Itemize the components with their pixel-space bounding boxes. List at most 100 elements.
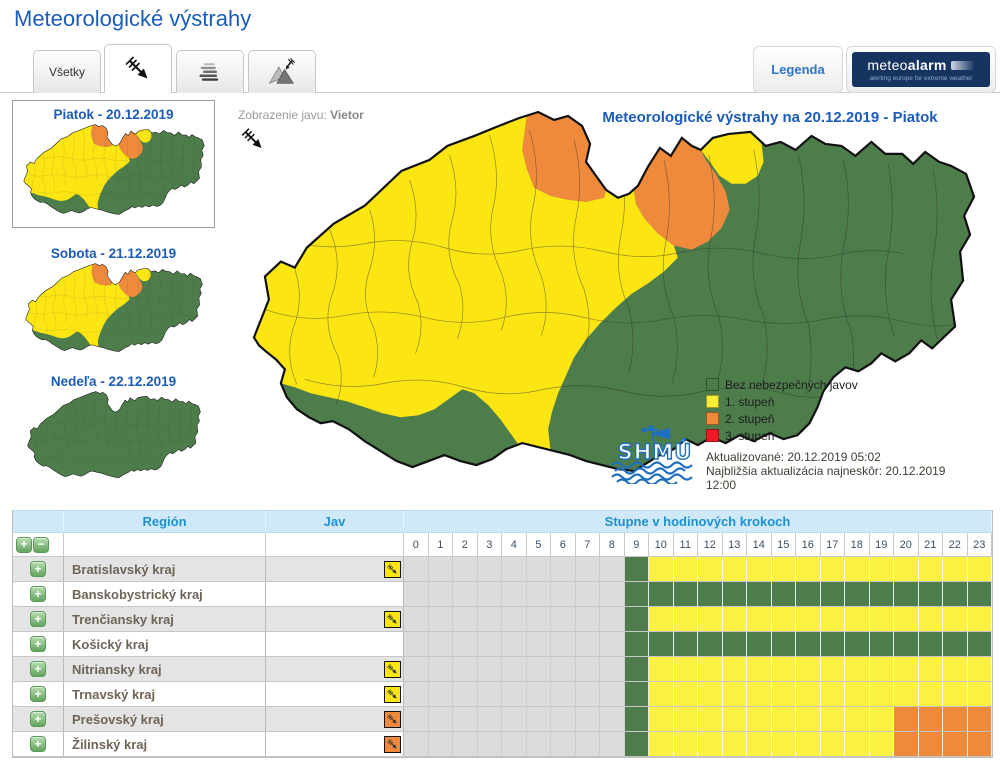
expand-row-button[interactable]: + xyxy=(30,611,46,627)
legend-label: Bez nebezpečných javov xyxy=(725,378,858,392)
hour-level-cell xyxy=(821,607,846,631)
hour-level-cell xyxy=(600,682,625,706)
fog-icon xyxy=(194,58,226,86)
hour-level-cell xyxy=(894,557,919,581)
hour-label: 0 xyxy=(404,533,429,556)
hour-level-cell xyxy=(478,732,503,756)
wind-warning-icon xyxy=(384,711,401,728)
day-map-friday[interactable]: Piatok - 20.12.2019 xyxy=(12,100,215,228)
hour-level-cell xyxy=(527,632,552,656)
table-row: +Žilinský kraj xyxy=(13,732,992,757)
hour-level-cell xyxy=(919,657,944,681)
day-map-saturday-thumbnail xyxy=(21,263,207,356)
hour-level-cell xyxy=(698,632,723,656)
hour-level-cell xyxy=(870,657,895,681)
expand-row-button[interactable]: + xyxy=(30,736,46,752)
hour-level-cell xyxy=(723,582,748,606)
legend-label: 2. stupeň xyxy=(725,412,774,426)
hour-level-cell xyxy=(502,707,527,731)
hour-level-cell xyxy=(453,707,478,731)
meteoalarm-button[interactable]: meteoalarm alerting europe for extreme w… xyxy=(846,46,996,93)
expand-row-button[interactable]: + xyxy=(30,586,46,602)
expand-row-button[interactable]: + xyxy=(30,711,46,727)
hour-cells xyxy=(404,582,992,606)
hour-level-cell xyxy=(968,682,993,706)
region-name: Banskobystrický kraj xyxy=(64,582,266,606)
hour-level-cell xyxy=(576,682,601,706)
hour-level-cell xyxy=(625,557,650,581)
tab-fog[interactable] xyxy=(176,50,244,93)
hour-level-cell xyxy=(894,732,919,756)
hour-level-cell xyxy=(698,732,723,756)
wind-barb-icon xyxy=(238,126,268,158)
next-update-line2: 12:00 xyxy=(706,478,998,492)
hour-level-cell xyxy=(968,657,993,681)
hour-level-cell xyxy=(821,582,846,606)
expand-row-button[interactable]: + xyxy=(30,686,46,702)
hour-label: 6 xyxy=(551,533,576,556)
hour-level-cell xyxy=(943,707,968,731)
hour-level-cell xyxy=(723,607,748,631)
hour-level-cell xyxy=(527,707,552,731)
meteoalarm-brand-bold: alarm xyxy=(908,57,947,73)
hour-level-cell xyxy=(845,582,870,606)
hour-level-cell xyxy=(747,582,772,606)
hour-label: 9 xyxy=(625,533,650,556)
wind-warning-icon xyxy=(384,561,401,578)
region-name: Košický kraj xyxy=(64,632,266,656)
hour-label: 20 xyxy=(894,533,919,556)
legend-button[interactable]: Legenda xyxy=(753,46,843,93)
hour-level-cell xyxy=(600,707,625,731)
hour-level-cell xyxy=(649,707,674,731)
hour-level-cell xyxy=(625,732,650,756)
map-legend: Bez nebezpečných javov1. stupeň2. stupeň… xyxy=(706,376,858,444)
hour-label: 22 xyxy=(943,533,968,556)
hour-level-cell xyxy=(698,682,723,706)
header-cell-expand xyxy=(13,511,64,532)
hour-level-cell xyxy=(772,682,797,706)
expand-all-button[interactable]: + xyxy=(16,537,32,553)
avalanche-icon xyxy=(265,57,299,87)
hour-level-cell xyxy=(674,682,699,706)
hour-cells xyxy=(404,732,992,756)
hour-level-cell xyxy=(747,557,772,581)
hour-level-cell xyxy=(796,732,821,756)
hour-level-cell xyxy=(796,657,821,681)
hour-level-cell xyxy=(576,707,601,731)
hour-level-cell xyxy=(502,732,527,756)
hour-level-cell xyxy=(845,607,870,631)
tab-wind[interactable] xyxy=(104,44,172,93)
hour-level-cell xyxy=(551,607,576,631)
wind-warning-icon xyxy=(384,661,401,678)
collapse-all-button[interactable]: − xyxy=(33,537,49,553)
hour-level-cell xyxy=(845,732,870,756)
hour-level-cell xyxy=(478,557,503,581)
hour-level-cell xyxy=(698,582,723,606)
hour-level-cell xyxy=(772,607,797,631)
hour-label: 1 xyxy=(429,533,454,556)
warning-table-header: Región Jav Stupne v hodinových krokoch xyxy=(13,510,992,533)
hour-level-cell xyxy=(429,682,454,706)
expand-row-button[interactable]: + xyxy=(30,561,46,577)
hour-level-cell xyxy=(796,632,821,656)
hour-level-cell xyxy=(649,657,674,681)
day-map-sunday[interactable]: Nedeľa - 22.12.2019 xyxy=(12,368,215,484)
shmu-logo xyxy=(607,424,703,484)
legend-swatch xyxy=(706,429,719,442)
hour-labels: 01234567891011121314151617181920212223 xyxy=(404,533,992,556)
hour-label: 16 xyxy=(796,533,821,556)
legend-label: 3. stupeň xyxy=(725,429,774,443)
table-row: + Košický kraj xyxy=(13,632,992,657)
hour-level-cell xyxy=(404,557,429,581)
hour-label: 11 xyxy=(674,533,699,556)
hour-level-cell xyxy=(919,707,944,731)
hour-level-cell xyxy=(723,707,748,731)
expand-row-button[interactable]: + xyxy=(30,661,46,677)
tab-avalanche[interactable] xyxy=(248,50,316,93)
hour-level-cell xyxy=(747,707,772,731)
day-map-saturday[interactable]: Sobota - 21.12.2019 xyxy=(12,240,215,358)
display-value-text: Vietor xyxy=(330,108,364,122)
expand-row-button[interactable]: + xyxy=(30,636,46,652)
tab-all-warnings[interactable]: Všetky xyxy=(33,50,101,93)
hour-level-cell xyxy=(698,707,723,731)
